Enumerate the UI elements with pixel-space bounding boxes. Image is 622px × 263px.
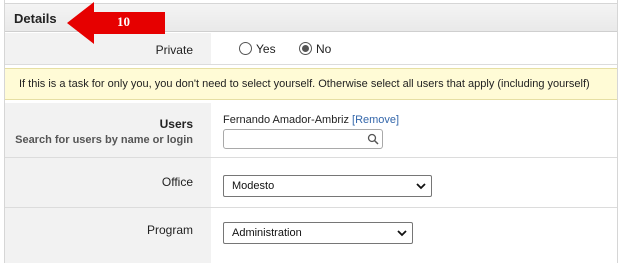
- office-select[interactable]: Modesto: [223, 175, 432, 197]
- chevron-down-icon: [416, 183, 426, 190]
- office-selected-value: Modesto: [232, 180, 275, 192]
- search-icon: [367, 133, 379, 145]
- annotation-arrow-shape: [67, 2, 165, 44]
- office-row: Office Modesto: [5, 158, 617, 208]
- user-search-input[interactable]: [223, 129, 383, 149]
- private-no-label[interactable]: No: [316, 42, 331, 56]
- private-yes-label[interactable]: Yes: [256, 42, 276, 56]
- program-label: Program: [146, 223, 193, 237]
- annotation-number: 10: [117, 14, 130, 29]
- private-label: Private: [155, 43, 193, 57]
- selected-user-name: Fernando Amador-Ambriz: [223, 114, 349, 126]
- users-label-cell: Users Search for users by name or login: [5, 103, 211, 157]
- remove-user-link[interactable]: [Remove]: [352, 114, 399, 126]
- program-row: Program Administration: [5, 208, 617, 263]
- office-label-cell: Office: [5, 158, 211, 207]
- private-no-radio[interactable]: [299, 42, 312, 55]
- notice-banner: If this is a task for only you, you don'…: [5, 68, 617, 100]
- users-label: Users: [159, 117, 193, 131]
- chevron-down-icon: [397, 230, 407, 237]
- program-selected-value: Administration: [232, 227, 302, 239]
- program-select[interactable]: Administration: [223, 222, 413, 244]
- selected-user: Fernando Amador-Ambriz [Remove]: [223, 114, 399, 126]
- private-yes-radio[interactable]: [239, 42, 252, 55]
- program-label-cell: Program: [5, 208, 211, 263]
- users-row: Users Search for users by name or login …: [5, 103, 617, 158]
- section-title: Details: [14, 11, 57, 26]
- annotation-arrow: [67, 2, 165, 44]
- notice-text: If this is a task for only you, you don'…: [19, 78, 590, 90]
- office-label: Office: [161, 175, 193, 189]
- users-sublabel: Search for users by name or login: [15, 134, 193, 146]
